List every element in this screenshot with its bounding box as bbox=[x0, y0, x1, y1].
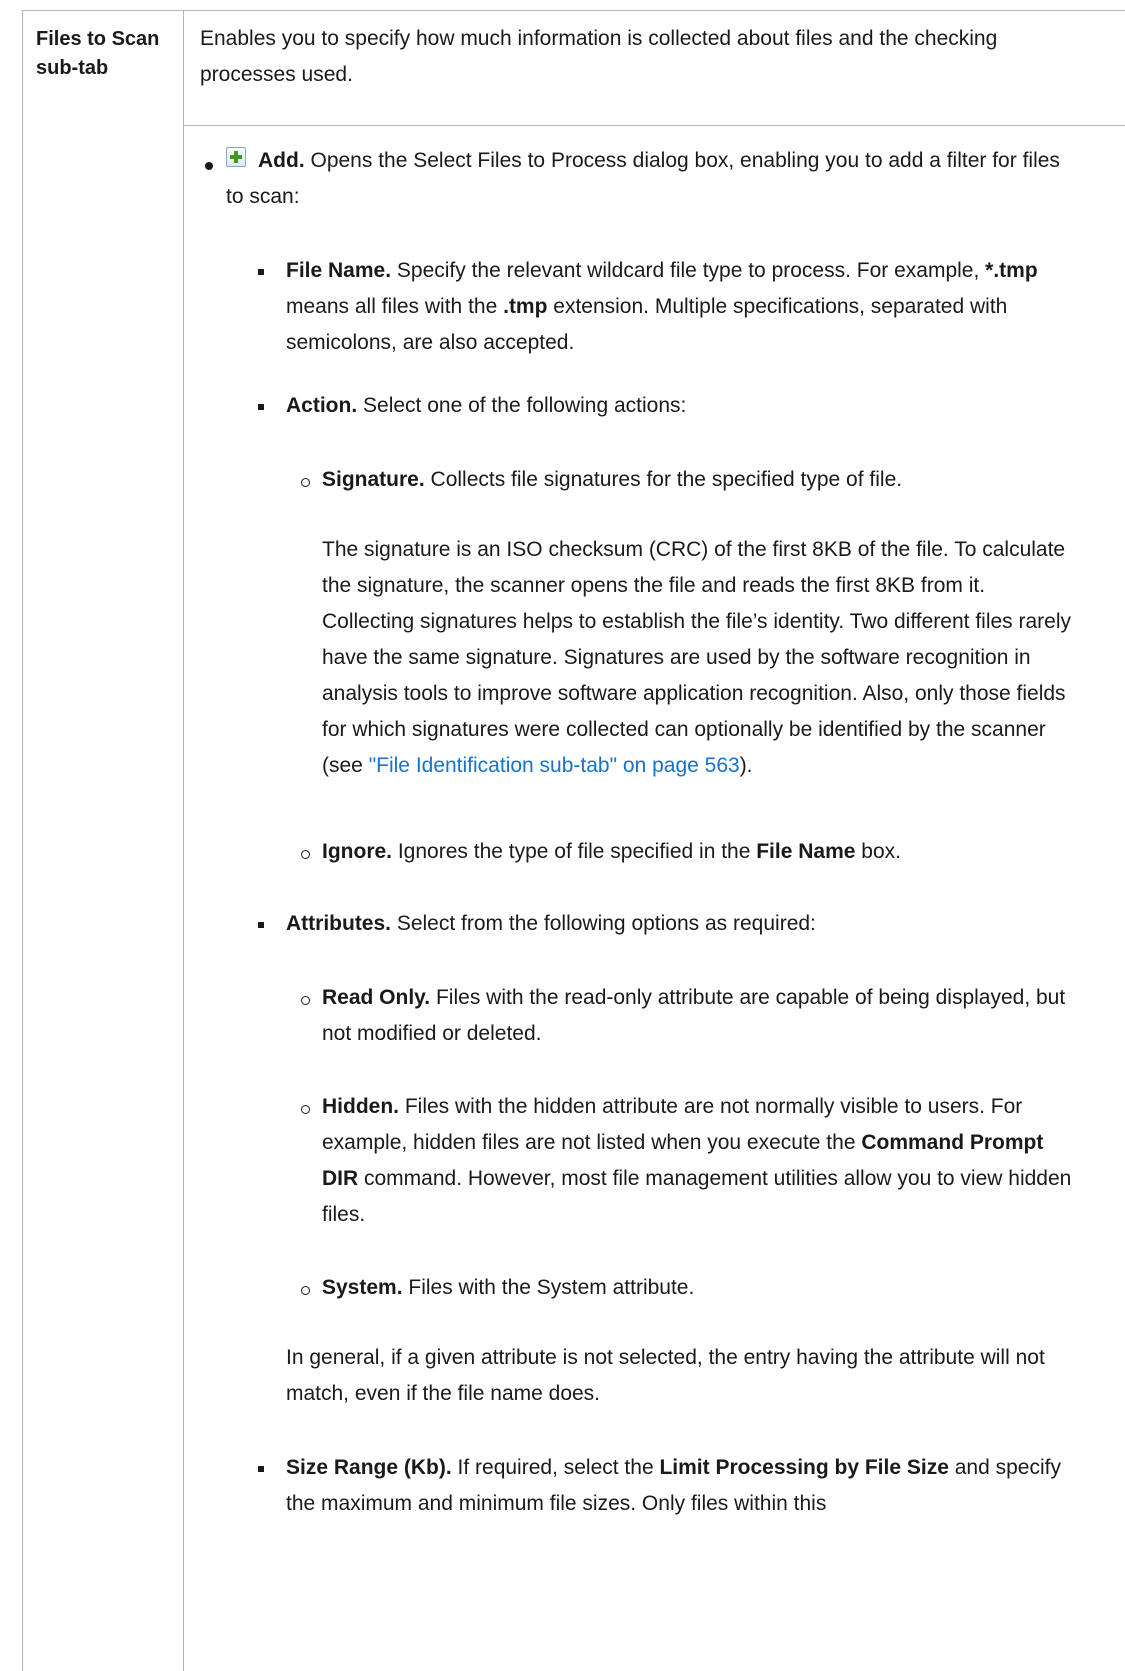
action-text: Select one of the following actions: bbox=[357, 394, 687, 417]
bullet-circle bbox=[301, 850, 310, 859]
file-name-text-a: Specify the relevant wildcard file type … bbox=[391, 259, 986, 282]
add-item: Add. Opens the Select Files to Process d… bbox=[226, 143, 1066, 215]
bullet-square bbox=[258, 404, 264, 410]
read-only-text: Files with the read-only attribute are c… bbox=[322, 986, 1066, 1045]
general-note: In general, if a given attribute is not … bbox=[286, 1346, 1045, 1405]
attributes-label: Attributes. bbox=[286, 912, 391, 935]
ignore-bold: File Name bbox=[756, 840, 856, 863]
size-range-bold: Limit Processing by File Size bbox=[659, 1456, 949, 1479]
ignore-item: Ignore. Ignores the type of file specifi… bbox=[322, 834, 1082, 870]
bullet-circle bbox=[301, 478, 310, 487]
bullet-square bbox=[258, 1466, 264, 1472]
size-range-item: Size Range (Kb). If required, select the… bbox=[286, 1450, 1076, 1522]
file-name-text-b: means all files with the bbox=[286, 295, 504, 318]
bullet-circle bbox=[301, 996, 310, 1005]
signature-detail: The signature is an ISO checksum (CRC) o… bbox=[322, 532, 1082, 784]
bullet-circle bbox=[301, 1105, 310, 1114]
hidden-item: Hidden. Files with the hidden attribute … bbox=[322, 1089, 1082, 1233]
ignore-text-a: Ignores the type of file specified in th… bbox=[392, 840, 757, 863]
hidden-label: Hidden. bbox=[322, 1095, 399, 1118]
signature-detail-text: The signature is an ISO checksum (CRC) o… bbox=[322, 538, 1072, 777]
signature-detail-end: ). bbox=[739, 754, 753, 777]
file-name-ext: .tmp bbox=[503, 295, 548, 318]
add-label: Add. bbox=[258, 149, 305, 172]
file-name-label: File Name. bbox=[286, 259, 392, 282]
signature-item: Signature. Collects file signatures for … bbox=[322, 462, 1082, 498]
system-text: Files with the System attribute. bbox=[402, 1276, 695, 1299]
signature-text: Collects file signatures for the specifi… bbox=[424, 468, 903, 491]
size-range-text-a: If required, select the bbox=[451, 1456, 660, 1479]
action-label: Action. bbox=[286, 394, 358, 417]
size-range-label: Size Range (Kb). bbox=[286, 1456, 452, 1479]
hidden-text-b: command. However, most file management u… bbox=[322, 1167, 1072, 1226]
file-identification-link[interactable]: "File Identification sub-tab" on page 56… bbox=[369, 754, 740, 777]
bullet-square bbox=[258, 922, 264, 928]
bullet-circle bbox=[301, 1286, 310, 1295]
bullet-square bbox=[258, 269, 264, 275]
label-cell: Files to Scan sub-tab bbox=[23, 11, 184, 1671]
file-name-pattern: *.tmp bbox=[985, 259, 1038, 282]
attributes-item: Attributes. Select from the following op… bbox=[286, 906, 1076, 942]
system-label: System. bbox=[322, 1276, 403, 1299]
action-item: Action. Select one of the following acti… bbox=[286, 388, 1076, 424]
read-only-item: Read Only. Files with the read-only attr… bbox=[322, 980, 1082, 1052]
file-name-item: File Name. Specify the relevant wildcard… bbox=[286, 253, 1076, 361]
ignore-text-b: box. bbox=[855, 840, 901, 863]
row-label: Files to Scan sub-tab bbox=[36, 28, 160, 79]
signature-label: Signature. bbox=[322, 468, 425, 491]
row-intro: Enables you to specify how much informat… bbox=[200, 27, 998, 86]
read-only-label: Read Only. bbox=[322, 986, 431, 1009]
attributes-text: Select from the following options as req… bbox=[391, 912, 816, 935]
add-text: Opens the Select Files to Process dialog… bbox=[226, 149, 1060, 208]
description-cell: Enables you to specify how much informat… bbox=[184, 11, 1125, 1671]
ignore-label: Ignore. bbox=[322, 840, 393, 863]
bullet-dot bbox=[205, 162, 213, 170]
system-item: System. Files with the System attribute. bbox=[322, 1270, 1082, 1306]
settings-table: Files to Scan sub-tab Enables you to spe… bbox=[22, 10, 1125, 1671]
